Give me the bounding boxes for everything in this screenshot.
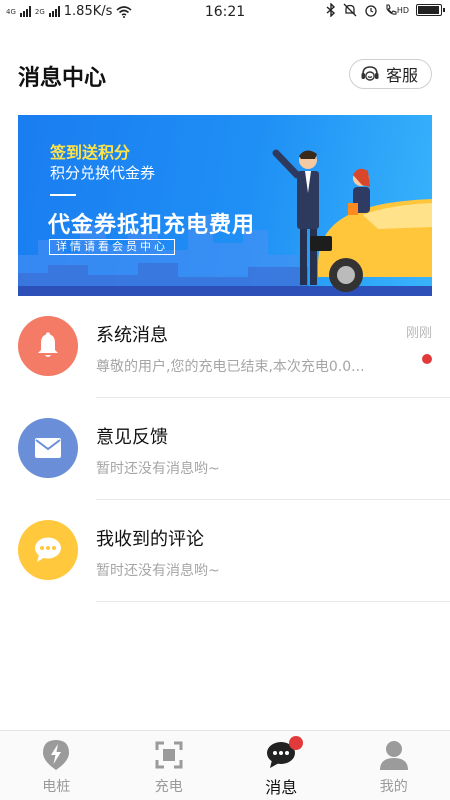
comments-title: 我收到的评论 [96,529,204,550]
feedback-title: 意见反馈 [96,427,168,448]
list-item-feedback[interactable]: 意见反馈 暂时还没有消息哟~ [0,398,450,500]
alarm-icon [365,5,377,17]
hd-call-icon: HD [385,4,409,16]
tab-label: 消息 [265,778,298,797]
system-message-title: 系统消息 [96,325,168,346]
banner-promo-text: 签到送积分 [50,143,131,162]
page-title: 消息中心 [18,66,107,91]
bell-icon [38,332,58,357]
list-item-system-messages[interactable]: 系统消息 尊敬的用户,您的充电已结束,本次充电0.0... 刚刚 [0,296,450,398]
banner-exchange-text: 积分兑换代金券 [50,164,156,182]
mute-bell-icon [343,3,357,17]
system-message-time: 刚刚 [405,326,432,341]
chat-bubble-icon [35,537,61,562]
promo-banner[interactable]: 签到送积分 积分兑换代金券 代金券抵扣充电费用 详情请看会员中心 [18,115,432,296]
tab-label: 充电 [154,779,183,795]
lightning-pin-icon [43,740,70,770]
status-right: HD [326,3,445,17]
header: 消息中心 客服 [0,48,450,104]
tab-label: 电桩 [42,779,71,795]
tab-charging-piles[interactable]: 电桩 [0,731,113,800]
feedback-avatar [18,418,78,478]
tab-messages[interactable]: 消息 [225,731,338,800]
bottom-tab-bar: 电桩 充电 消息 我的 [0,730,450,800]
headset-icon [361,66,379,81]
customer-service-label: 客服 [385,66,418,85]
customer-service-button[interactable]: 客服 [348,59,432,89]
scan-icon [155,741,183,769]
divider [96,601,450,602]
list-item-comments[interactable]: 我收到的评论 暂时还没有消息哟~ [0,500,450,602]
tab-badge [289,736,304,750]
comments-avatar [18,520,78,580]
system-message-avatar [18,316,78,376]
hd-label: HD [396,5,409,15]
tab-charge[interactable]: 充电 [113,731,226,800]
tab-profile[interactable]: 我的 [338,731,450,800]
bluetooth-icon [326,3,335,17]
envelope-icon [35,438,61,458]
banner-subline: 详情请看会员中心 [49,239,175,255]
feedback-preview: 暂时还没有消息哟~ [96,461,220,477]
status-bar: 4G 2G 1.85K/s 16:21 HD [0,0,450,24]
banner-divider [50,194,76,196]
unread-badge [422,354,432,364]
battery-icon [416,4,445,16]
comments-preview: 暂时还没有消息哟~ [96,563,220,579]
tab-label: 我的 [379,779,408,795]
system-message-preview: 尊敬的用户,您的充电已结束,本次充电0.0... [96,359,365,375]
user-icon [379,741,408,770]
battery-fill [418,6,439,14]
banner-headline: 代金券抵扣充电费用 [48,213,256,238]
